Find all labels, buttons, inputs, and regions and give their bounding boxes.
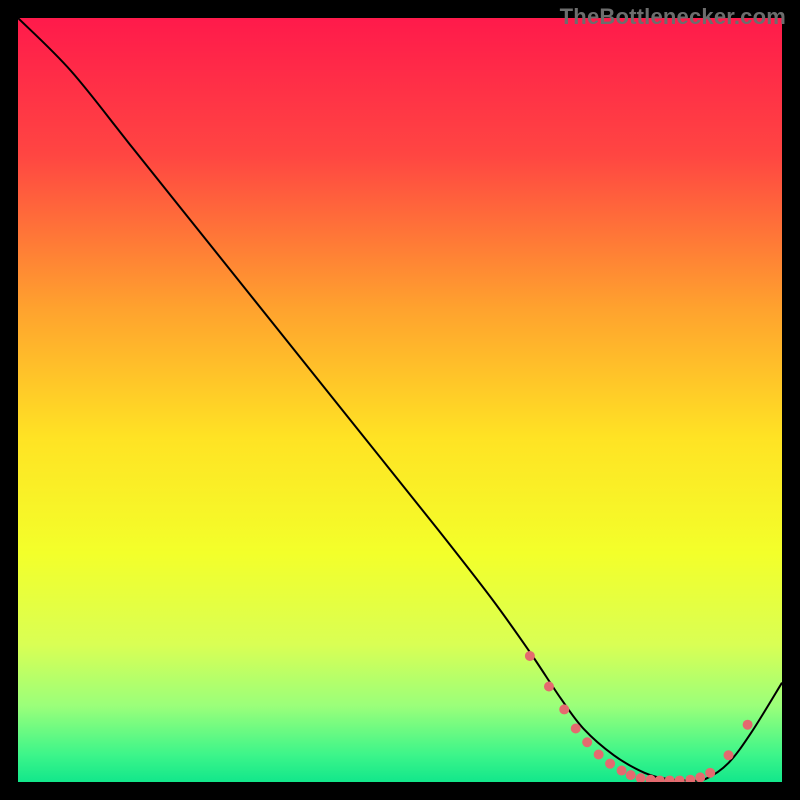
valley-dot — [559, 704, 569, 714]
valley-dot — [617, 766, 627, 776]
valley-dot — [695, 772, 705, 782]
valley-dot — [525, 651, 535, 661]
valley-dot — [705, 768, 715, 778]
chart-stage: TheBottlenecker.com — [0, 0, 800, 800]
valley-dot — [594, 750, 604, 760]
valley-dot — [544, 682, 554, 692]
valley-dot — [724, 750, 734, 760]
plot-area — [18, 18, 782, 782]
valley-dot — [626, 770, 636, 780]
valley-dot — [571, 724, 581, 734]
watermark-text: TheBottlenecker.com — [560, 4, 786, 30]
valley-dot — [582, 737, 592, 747]
plot-svg — [18, 18, 782, 782]
valley-dot — [605, 759, 615, 769]
gradient-background — [18, 18, 782, 782]
valley-dot — [743, 720, 753, 730]
